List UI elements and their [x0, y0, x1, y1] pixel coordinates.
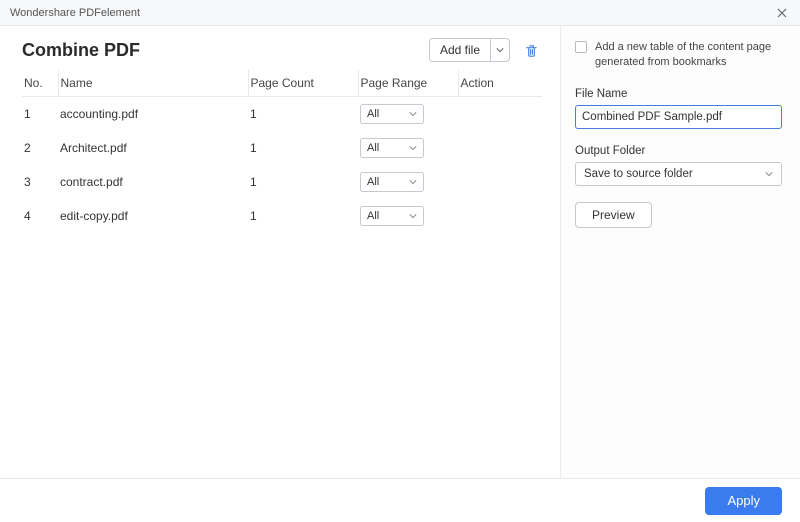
- th-count: Page Count: [248, 70, 358, 97]
- cell-range: All: [358, 97, 458, 132]
- range-value: All: [367, 108, 379, 120]
- range-value: All: [367, 142, 379, 154]
- page-range-select[interactable]: All: [360, 104, 424, 124]
- output-folder-label: Output Folder: [575, 145, 782, 157]
- range-value: All: [367, 210, 379, 222]
- bookmark-option-row: Add a new table of the content page gene…: [575, 40, 782, 70]
- table-row: 2 Architect.pdf 1 All: [22, 131, 542, 165]
- preview-button[interactable]: Preview: [575, 202, 652, 228]
- page-title: Combine PDF: [22, 40, 140, 61]
- delete-button[interactable]: [520, 39, 542, 61]
- header-row: Combine PDF Add file: [22, 38, 542, 62]
- cell-action: [458, 97, 542, 132]
- th-no: No.: [22, 70, 58, 97]
- header-actions: Add file: [429, 38, 542, 62]
- file-table: No. Name Page Count Page Range Action 1 …: [22, 70, 542, 233]
- apply-button[interactable]: Apply: [705, 487, 782, 515]
- cell-name: accounting.pdf: [58, 97, 248, 132]
- add-file-dropdown[interactable]: [490, 38, 510, 62]
- left-pane: Combine PDF Add file No.: [0, 26, 560, 478]
- cell-no: 2: [22, 131, 58, 165]
- cell-range: All: [358, 199, 458, 233]
- footer: Apply: [0, 478, 800, 522]
- cell-count: 1: [248, 131, 358, 165]
- table-row: 4 edit-copy.pdf 1 All: [22, 199, 542, 233]
- output-folder-select[interactable]: Save to source folder: [575, 162, 782, 186]
- cell-name: contract.pdf: [58, 165, 248, 199]
- cell-range: All: [358, 131, 458, 165]
- cell-action: [458, 131, 542, 165]
- add-file-button[interactable]: Add file: [429, 38, 490, 62]
- page-range-select[interactable]: All: [360, 172, 424, 192]
- th-range: Page Range: [358, 70, 458, 97]
- page-range-select[interactable]: All: [360, 138, 424, 158]
- close-icon: [777, 8, 787, 18]
- table-body: 1 accounting.pdf 1 All 2 Architect.pdf 1: [22, 97, 542, 234]
- chevron-down-icon: [409, 110, 417, 118]
- bookmark-checkbox[interactable]: [575, 41, 587, 53]
- table-row: 3 contract.pdf 1 All: [22, 165, 542, 199]
- titlebar: Wondershare PDFelement: [0, 0, 800, 26]
- bookmark-label: Add a new table of the content page gene…: [595, 40, 782, 70]
- right-pane: Add a new table of the content page gene…: [560, 26, 800, 478]
- close-button[interactable]: [774, 5, 790, 21]
- chevron-down-icon: [409, 144, 417, 152]
- page-range-select[interactable]: All: [360, 206, 424, 226]
- cell-action: [458, 165, 542, 199]
- cell-count: 1: [248, 97, 358, 132]
- main-body: Combine PDF Add file No.: [0, 26, 800, 478]
- chevron-down-icon: [496, 46, 504, 54]
- output-folder-value: Save to source folder: [584, 168, 693, 180]
- cell-count: 1: [248, 199, 358, 233]
- cell-no: 1: [22, 97, 58, 132]
- th-name: Name: [58, 70, 248, 97]
- cell-name: Architect.pdf: [58, 131, 248, 165]
- cell-range: All: [358, 165, 458, 199]
- window-title: Wondershare PDFelement: [10, 7, 140, 19]
- range-value: All: [367, 176, 379, 188]
- table-header-row: No. Name Page Count Page Range Action: [22, 70, 542, 97]
- trash-icon: [524, 43, 539, 58]
- cell-count: 1: [248, 165, 358, 199]
- file-name-input[interactable]: [575, 105, 782, 129]
- cell-no: 3: [22, 165, 58, 199]
- cell-action: [458, 199, 542, 233]
- table-row: 1 accounting.pdf 1 All: [22, 97, 542, 132]
- cell-no: 4: [22, 199, 58, 233]
- cell-name: edit-copy.pdf: [58, 199, 248, 233]
- chevron-down-icon: [409, 178, 417, 186]
- th-action: Action: [458, 70, 542, 97]
- add-file-group: Add file: [429, 38, 510, 62]
- chevron-down-icon: [765, 170, 773, 178]
- file-name-label: File Name: [575, 88, 782, 100]
- chevron-down-icon: [409, 212, 417, 220]
